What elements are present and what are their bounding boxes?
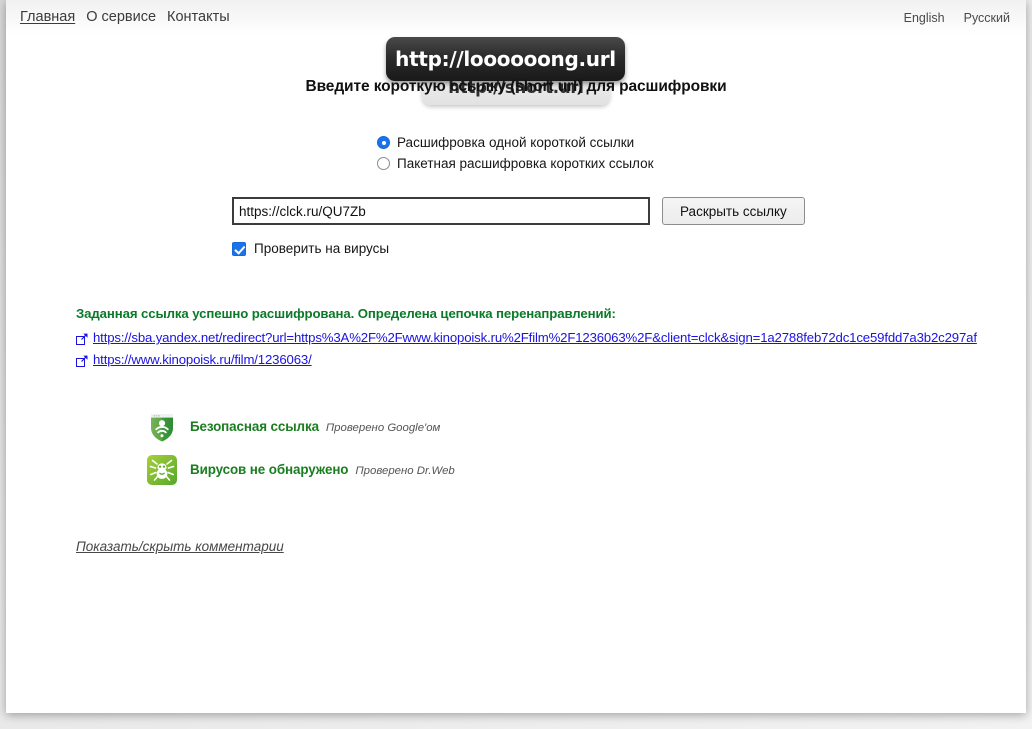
page-container: Главная О сервисе Контакты English Русск… [6, 0, 1026, 713]
url-form-row: Раскрыть ссылку [6, 197, 1026, 225]
badge-no-virus-title: Вирусов не обнаружено [190, 462, 349, 477]
page-footer: Показать/скрыть комментарии [6, 538, 1026, 556]
badge-no-virus: Вирусов не обнаружено Проверено Dr.Web [146, 450, 984, 490]
site-header: Главная О сервисе Контакты English Русск… [6, 0, 1026, 36]
radio-batch-links[interactable]: Пакетная расшифровка коротких ссылок [377, 153, 1026, 174]
radio-batch-links-label: Пакетная расшифровка коротких ссылок [397, 156, 654, 171]
nav-link-contacts[interactable]: Контакты [167, 9, 230, 25]
mode-radio-group: Расшифровка одной короткой ссылки Пакетн… [6, 132, 1026, 174]
badge-safe-link-text: Безопасная ссылка Проверено Google'ом [190, 418, 440, 436]
virus-check-row[interactable]: Проверить на вирусы [6, 241, 1026, 256]
nav-link-about[interactable]: О сервисе [86, 9, 156, 25]
logo-long-url-plate: http://loooooong.url [386, 37, 625, 81]
badge-no-virus-text: Вирусов не обнаружено Проверено Dr.Web [190, 461, 455, 479]
nav-link-home[interactable]: Главная [20, 9, 75, 25]
badge-no-virus-source: Проверено Dr.Web [355, 465, 455, 477]
primary-nav: Главная О сервисе Контакты [20, 9, 230, 25]
badge-safe-link: Безопасная ссылка Проверено Google'ом [146, 407, 984, 447]
short-url-input[interactable] [232, 197, 650, 225]
result-block: Заданная ссылка успешно расшифрована. Оп… [6, 306, 1026, 490]
radio-single-link-label: Расшифровка одной короткой ссылки [397, 135, 635, 150]
expand-link-button[interactable]: Раскрыть ссылку [662, 197, 805, 225]
toggle-comments-link[interactable]: Показать/скрыть комментарии [76, 539, 284, 554]
radio-indicator-icon [377, 157, 390, 170]
main-content: Введите короткую ссылку (short url) для … [6, 78, 1026, 556]
badge-safe-link-source: Проверено Google'ом [325, 422, 441, 434]
radio-indicator-icon [377, 136, 390, 149]
external-link-icon [76, 353, 88, 367]
redirect-url-link-1[interactable]: https://sba.yandex.net/redirect?url=http… [93, 330, 977, 345]
language-link-russian[interactable]: Русский [964, 11, 1010, 25]
page-title: Введите короткую ссылку (short url) для … [305, 78, 727, 95]
external-link-icon [76, 331, 88, 345]
result-status-message: Заданная ссылка успешно расшифрована. Оп… [76, 306, 616, 321]
checkbox-checked-icon [232, 241, 246, 256]
virus-check-label: Проверить на вирусы [254, 241, 390, 256]
badge-safe-link-title: Безопасная ссылка [190, 419, 319, 434]
redirect-chain-item: https://www.kinopoisk.ru/film/1236063/ [76, 350, 984, 369]
language-link-english[interactable]: English [904, 11, 945, 25]
logo-long-url-text: http://loooooong.url [395, 47, 616, 71]
redirect-url-link-2[interactable]: https://www.kinopoisk.ru/film/1236063/ [93, 352, 312, 367]
radio-single-link[interactable]: Расшифровка одной короткой ссылки [377, 132, 1026, 153]
drweb-spider-icon [146, 454, 178, 486]
safety-badges: Безопасная ссылка Проверено Google'ом Ви… [76, 407, 984, 490]
browser-viewport: Главная О сервисе Контакты English Русск… [0, 0, 1032, 729]
language-switcher: English Русский [904, 11, 1010, 25]
shield-safe-icon [146, 411, 178, 443]
redirect-chain-item: https://sba.yandex.net/redirect?url=http… [76, 328, 984, 347]
